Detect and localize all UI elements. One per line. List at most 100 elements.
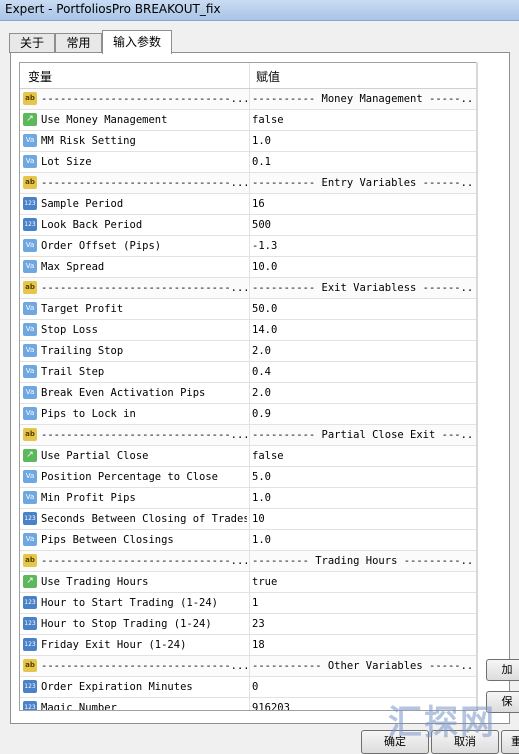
parameter-name: ------------------------------... [41, 429, 247, 441]
string-type-icon: ab [23, 176, 37, 189]
parameter-value[interactable]: 2.0 [252, 341, 474, 361]
string-type-icon: ab [23, 281, 37, 294]
parameter-row[interactable]: ab ------------------------------... -----… [20, 173, 477, 194]
parameter-value[interactable]: 0.4 [252, 362, 474, 382]
integer-type-icon: 123 [23, 617, 37, 630]
parameter-row[interactable]: Va Stop Loss 14.0 [20, 320, 477, 341]
cell-divider [249, 572, 250, 592]
tab-common[interactable]: 常用 [55, 33, 102, 53]
parameter-value[interactable]: 1.0 [252, 530, 474, 550]
parameter-row[interactable]: Va Trail Step 0.4 [20, 362, 477, 383]
parameter-row[interactable]: 123 Look Back Period 500 [20, 215, 477, 236]
parameter-row[interactable]: Va Target Profit 50.0 [20, 299, 477, 320]
parameter-row[interactable]: ↗ Use Partial Close false [20, 446, 477, 467]
parameter-value[interactable]: 23 [252, 614, 474, 634]
integer-type-icon: 123 [23, 596, 37, 609]
parameter-row[interactable]: ↗ Use Trading Hours true [20, 572, 477, 593]
parameter-row[interactable]: Va MM Risk Setting 1.0 [20, 131, 477, 152]
parameter-value[interactable]: --------- Trading Hours ---------... [252, 551, 474, 571]
cell-divider [249, 194, 250, 214]
column-header-variable[interactable]: 变量 [28, 68, 52, 85]
parameter-value[interactable]: 500 [252, 215, 474, 235]
cell-divider [249, 593, 250, 613]
parameter-value[interactable]: false [252, 446, 474, 466]
parameter-value[interactable]: 0.9 [252, 404, 474, 424]
parameter-value[interactable]: ---------- Partial Close Exit ---... [252, 425, 474, 445]
tab-inputs[interactable]: 输入参数 [102, 30, 172, 54]
cell-divider [249, 89, 250, 109]
parameter-name: Break Even Activation Pips [41, 387, 206, 399]
parameter-name: Sample Period [41, 198, 124, 210]
parameter-row[interactable]: ab ------------------------------... -----… [20, 278, 477, 299]
cell-divider [249, 152, 250, 172]
parameter-name: ------------------------------... [41, 555, 247, 567]
parameter-name: ------------------------------... [41, 660, 247, 672]
parameter-row[interactable]: Va Trailing Stop 2.0 [20, 341, 477, 362]
column-header-value[interactable]: 赋值 [256, 68, 280, 85]
parameter-row[interactable]: ab ------------------------------... -----… [20, 89, 477, 110]
parameter-name: Stop Loss [41, 324, 98, 336]
parameter-value[interactable]: ----------- Other Variables -----... [252, 656, 474, 676]
parameter-row[interactable]: 123 Seconds Between Closing of Trades 10 [20, 509, 477, 530]
integer-type-icon: 123 [23, 197, 37, 210]
parameter-row[interactable]: Va Break Even Activation Pips 2.0 [20, 383, 477, 404]
parameter-row[interactable]: 123 Sample Period 16 [20, 194, 477, 215]
parameter-row[interactable]: Va Position Percentage to Close 5.0 [20, 467, 477, 488]
column-divider[interactable] [249, 63, 250, 88]
parameters-grid: 变量 赋值 ab ------------------------------..… [19, 62, 478, 711]
window-titlebar[interactable]: Expert - PortfoliosPro BREAKOUT_fix [0, 0, 519, 21]
parameter-value[interactable]: 50.0 [252, 299, 474, 319]
double-type-icon: Va [23, 386, 37, 399]
parameter-value[interactable]: 10 [252, 509, 474, 529]
parameter-value[interactable]: 14.0 [252, 320, 474, 340]
double-type-icon: Va [23, 533, 37, 546]
parameter-name: ------------------------------... [41, 282, 247, 294]
parameter-value[interactable]: false [252, 110, 474, 130]
parameter-value[interactable]: 0.1 [252, 152, 474, 172]
parameter-name: Min Profit Pips [41, 492, 136, 504]
parameter-row[interactable]: Va Lot Size 0.1 [20, 152, 477, 173]
parameter-row[interactable]: 123 Hour to Stop Trading (1-24) 23 [20, 614, 477, 635]
parameter-value[interactable]: 10.0 [252, 257, 474, 277]
parameter-name: Order Expiration Minutes [41, 681, 193, 693]
parameter-value[interactable]: 1.0 [252, 488, 474, 508]
parameter-value[interactable]: 1 [252, 593, 474, 613]
parameter-value[interactable]: ---------- Entry Variables ------... [252, 173, 474, 193]
string-type-icon: ab [23, 659, 37, 672]
parameter-value[interactable]: 1.0 [252, 131, 474, 151]
double-type-icon: Va [23, 302, 37, 315]
parameter-row[interactable]: Va Pips to Lock in 0.9 [20, 404, 477, 425]
tab-about[interactable]: 关于 [9, 33, 55, 53]
parameter-value[interactable]: 0 [252, 677, 474, 697]
parameter-value[interactable]: ---------- Money Management -----... [252, 89, 474, 109]
parameter-value[interactable]: 2.0 [252, 383, 474, 403]
string-type-icon: ab [23, 92, 37, 105]
parameter-value[interactable]: -1.3 [252, 236, 474, 256]
parameter-row[interactable]: Va Pips Between Closings 1.0 [20, 530, 477, 551]
parameter-row[interactable]: Va Max Spread 10.0 [20, 257, 477, 278]
parameter-row[interactable]: 123 Friday Exit Hour (1-24) 18 [20, 635, 477, 656]
parameter-row[interactable]: ab ------------------------------... -----… [20, 425, 477, 446]
parameter-value[interactable]: ---------- Exit Variabless ------... [252, 278, 474, 298]
parameter-row[interactable]: ↗ Use Money Management false [20, 110, 477, 131]
cell-divider [249, 677, 250, 697]
parameter-row[interactable]: 123 Order Expiration Minutes 0 [20, 677, 477, 698]
parameter-name: ------------------------------... [41, 93, 247, 105]
parameter-value[interactable]: true [252, 572, 474, 592]
parameter-value[interactable]: 16 [252, 194, 474, 214]
cell-divider [249, 614, 250, 634]
parameter-value[interactable]: 18 [252, 635, 474, 655]
parameter-row[interactable]: ab ------------------------------... -----… [20, 656, 477, 677]
parameter-row[interactable]: Va Order Offset (Pips) -1.3 [20, 236, 477, 257]
parameter-row[interactable]: ab ------------------------------... -----… [20, 551, 477, 572]
load-button[interactable]: 加 [486, 659, 519, 681]
parameter-row[interactable]: Va Min Profit Pips 1.0 [20, 488, 477, 509]
parameter-row[interactable]: 123 Hour to Start Trading (1-24) 1 [20, 593, 477, 614]
parameter-name: Trail Step [41, 366, 105, 378]
parameter-value[interactable]: 5.0 [252, 467, 474, 487]
parameter-name: Lot Size [41, 156, 92, 168]
parameter-name: Magic Number [41, 702, 117, 711]
cell-divider [249, 299, 250, 319]
parameter-name: Pips to Lock in [41, 408, 136, 420]
parameter-name: Use Money Management [41, 114, 168, 126]
